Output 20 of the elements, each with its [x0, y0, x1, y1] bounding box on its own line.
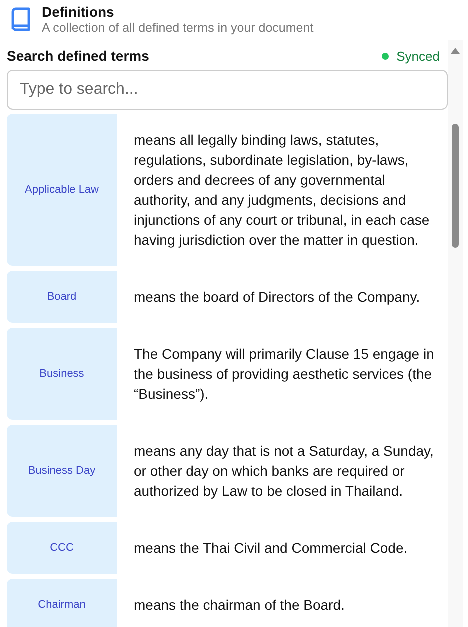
definition-text: means any day that is not a Saturday, a Sunday, or other day on which banks are required or authorized by Law to be closed in Thailand.	[133, 442, 435, 501]
term-label[interactable]: CCC	[7, 522, 117, 574]
sync-status: Synced	[396, 48, 440, 64]
definition-text: The Company will primarily Clause 15 engage in the business of providing aesthetic services (the “Business”).	[133, 345, 436, 404]
panel-title: Definitions	[42, 4, 116, 20]
definition-text: means the chairman of the Board.	[133, 596, 346, 615]
scrollbar-thumb[interactable]	[452, 124, 459, 248]
search-label: Search defined terms	[7, 48, 150, 64]
scroll-up-icon[interactable]	[451, 48, 460, 54]
term-label[interactable]: Business	[7, 328, 117, 420]
term-label[interactable]: Chairman	[7, 579, 117, 627]
definition-text: means all legally binding laws, statutes, regulations, subordinate legislation, by-laws, orders and decrees of any governmental authority, and any judgments, decisions and injunctions of any court or tribunal, in each case having jurisdiction over the matter in question.	[133, 131, 431, 250]
term-label[interactable]: Board	[7, 271, 117, 323]
definition-text: means the board of Directors of the Company.	[133, 288, 422, 307]
term-label[interactable]: Business Day	[7, 425, 117, 517]
search-field[interactable]: Type to search...	[7, 70, 448, 110]
term-label[interactable]: Applicable Law	[7, 114, 117, 266]
book-icon	[10, 7, 32, 33]
definition-text: means the Thai Civil and Commercial Code.	[133, 539, 409, 558]
panel-subtitle: A collection of all defined terms in your document	[42, 21, 314, 35]
